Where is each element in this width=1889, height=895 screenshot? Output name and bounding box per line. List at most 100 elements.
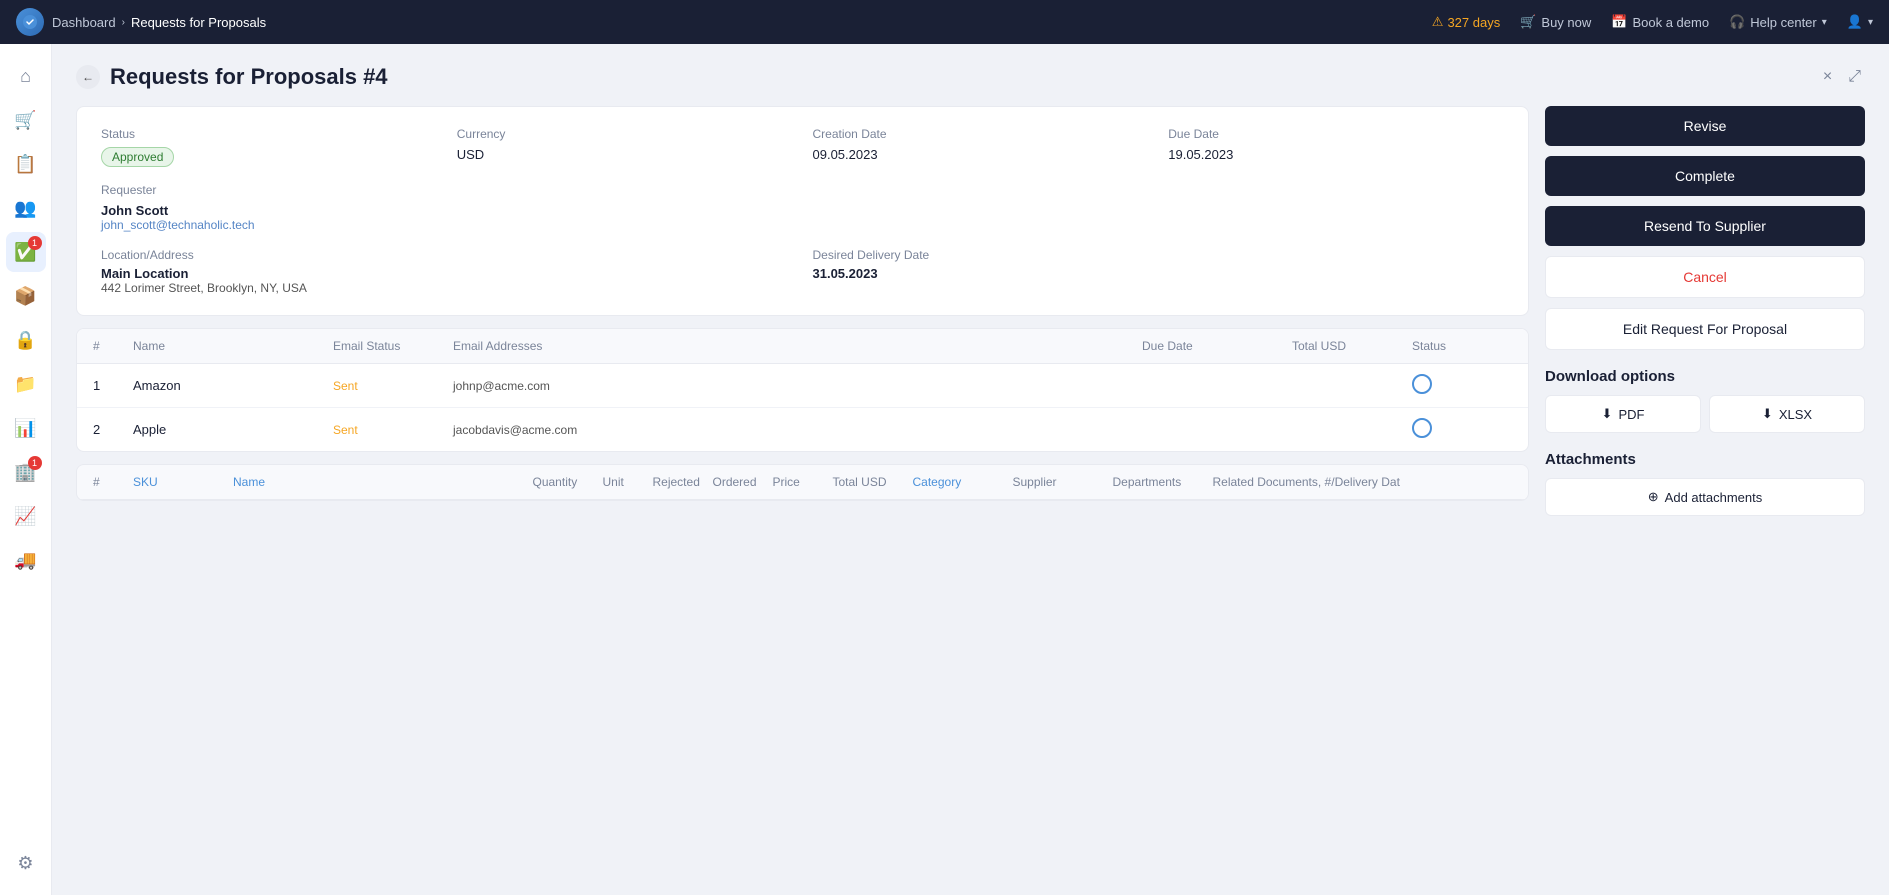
- supplier-table-header: # Name Email Status Email Addresses Due …: [77, 329, 1528, 364]
- row2-status-icon: [1412, 418, 1512, 441]
- sidebar-item-inventory[interactable]: 📦: [6, 276, 46, 316]
- edit-request-button[interactable]: Edit Request For Proposal: [1545, 308, 1865, 350]
- add-attachments-label: Add attachments: [1665, 490, 1763, 505]
- revise-button[interactable]: Revise: [1545, 106, 1865, 146]
- back-icon: ←: [82, 70, 94, 84]
- resend-to-supplier-button[interactable]: Resend To Supplier: [1545, 206, 1865, 246]
- help-center-btn[interactable]: 🎧 Help center ▾: [1729, 14, 1827, 30]
- buy-now-label: Buy now: [1541, 15, 1591, 30]
- logistics-icon: 🚚: [14, 550, 36, 571]
- buy-now-btn[interactable]: 🛒 Buy now: [1520, 14, 1591, 30]
- help-center-label: Help center: [1750, 15, 1816, 30]
- col-email-status: Email Status: [333, 339, 453, 353]
- supplier-row-2[interactable]: 2 Apple Sent jacobdavis@acme.com: [77, 408, 1528, 451]
- location-label: Location/Address: [101, 248, 793, 262]
- row1-status-icon: [1412, 374, 1512, 397]
- items-table-card: # SKU Name Quantity Unit Rejected Ordere…: [76, 464, 1529, 501]
- row1-name: Amazon: [133, 378, 333, 393]
- info-card: Status Approved Currency USD Creation Da…: [76, 106, 1529, 316]
- sidebar-item-approvals[interactable]: ✅ 1: [6, 232, 46, 272]
- home-icon: ⌂: [20, 66, 31, 87]
- requester-email: john_scott@technaholic.tech: [101, 218, 1504, 232]
- analytics-icon: 📈: [14, 506, 36, 527]
- pdf-label: PDF: [1618, 407, 1644, 422]
- requester-grid: Location/Address Main Location 442 Lorim…: [101, 248, 1504, 295]
- currency-label: Currency: [457, 127, 793, 141]
- items-col-category: Category: [913, 475, 1013, 489]
- location-address: 442 Lorimer Street, Brooklyn, NY, USA: [101, 281, 793, 295]
- sidebar-item-settings[interactable]: ⚙: [6, 843, 46, 883]
- delivery-date-label: Desired Delivery Date: [813, 248, 1505, 262]
- pdf-icon: ⬇: [1602, 406, 1613, 422]
- status-badge: Approved: [101, 147, 174, 167]
- topnav-right: ⚠ 327 days 🛒 Buy now 📅 Book a demo 🎧 Hel…: [1432, 14, 1873, 30]
- delivery-date-value: 31.05.2023: [813, 266, 1505, 281]
- cart-icon: 🛒: [1520, 14, 1536, 30]
- row2-status-circle: [1412, 418, 1432, 438]
- book-demo-label: Book a demo: [1632, 15, 1709, 30]
- supplier-row-1[interactable]: 1 Amazon Sent johnp@acme.com: [77, 364, 1528, 408]
- user-menu-btn[interactable]: 👤 ▾: [1847, 14, 1873, 30]
- breadcrumb-dashboard[interactable]: Dashboard: [52, 15, 116, 30]
- alert-icon: ⚠: [1432, 14, 1444, 30]
- currency-value: USD: [457, 147, 793, 162]
- user-chevron: ▾: [1868, 17, 1873, 28]
- requester-section: Requester John Scott john_scott@technaho…: [101, 183, 1504, 232]
- sidebar-item-logistics[interactable]: 🚚: [6, 540, 46, 580]
- items-col-supplier: Supplier: [1013, 475, 1113, 489]
- sidebar-item-departments[interactable]: 🏢 1: [6, 452, 46, 492]
- creation-date-value: 09.05.2023: [813, 147, 1149, 162]
- cancel-button[interactable]: Cancel: [1545, 256, 1865, 298]
- requester-name: John Scott: [101, 203, 1504, 218]
- pdf-download-button[interactable]: ⬇ PDF: [1545, 395, 1701, 433]
- add-attachments-button[interactable]: ⊕ Add attachments: [1545, 478, 1865, 516]
- close-button[interactable]: ×: [1819, 64, 1836, 90]
- main-content: ← Requests for Proposals #4 × ⤢ Status A…: [52, 44, 1889, 895]
- right-panel: Revise Complete Resend To Supplier Cance…: [1545, 106, 1865, 875]
- alert-days: 327 days: [1447, 15, 1500, 30]
- xlsx-icon: ⬇: [1762, 406, 1773, 422]
- calendar-icon: 📅: [1611, 14, 1627, 30]
- help-icon: 🎧: [1729, 14, 1745, 30]
- sidebar-item-catalog[interactable]: 📁: [6, 364, 46, 404]
- items-col-name: Name: [233, 475, 533, 489]
- location-name: Main Location: [101, 266, 793, 281]
- trial-alert[interactable]: ⚠ 327 days: [1432, 14, 1500, 30]
- departments-badge: 1: [28, 456, 42, 470]
- sidebar-item-requests[interactable]: 📋: [6, 144, 46, 184]
- items-col-quantity: Quantity: [533, 475, 603, 489]
- items-col-price: Price: [773, 475, 833, 489]
- top-navigation: Dashboard › Requests for Proposals ⚠ 327…: [0, 0, 1889, 44]
- items-col-ordered: Ordered: [713, 475, 773, 489]
- inventory-icon: 📦: [14, 286, 36, 307]
- row2-name: Apple: [133, 422, 333, 437]
- attachments-title: Attachments: [1545, 451, 1865, 468]
- reports-icon: 📊: [14, 418, 36, 439]
- breadcrumb-current: Requests for Proposals: [131, 15, 266, 30]
- supplier-table-card: # Name Email Status Email Addresses Due …: [76, 328, 1529, 452]
- contracts-icon: 🔒: [14, 330, 36, 351]
- breadcrumb: Dashboard › Requests for Proposals: [52, 15, 266, 30]
- sidebar-item-orders[interactable]: 🛒: [6, 100, 46, 140]
- sidebar-item-contracts[interactable]: 🔒: [6, 320, 46, 360]
- sidebar-item-suppliers[interactable]: 👥: [6, 188, 46, 228]
- items-col-unit: Unit: [603, 475, 653, 489]
- expand-button[interactable]: ⤢: [1844, 64, 1865, 90]
- complete-button[interactable]: Complete: [1545, 156, 1865, 196]
- items-col-departments: Departments: [1113, 475, 1213, 489]
- breadcrumb-chevron: ›: [122, 17, 125, 28]
- book-demo-btn[interactable]: 📅 Book a demo: [1611, 14, 1709, 30]
- xlsx-download-button[interactable]: ⬇ XLSX: [1709, 395, 1865, 433]
- page-actions-right: × ⤢: [1819, 64, 1865, 90]
- items-col-rejected: Rejected: [653, 475, 713, 489]
- catalog-icon: 📁: [14, 374, 36, 395]
- left-panel: Status Approved Currency USD Creation Da…: [76, 106, 1529, 875]
- app-logo[interactable]: [16, 8, 44, 36]
- sidebar-item-home[interactable]: ⌂: [6, 56, 46, 96]
- back-button[interactable]: ←: [76, 65, 100, 89]
- sidebar-item-analytics[interactable]: 📈: [6, 496, 46, 536]
- requests-icon: 📋: [14, 154, 36, 175]
- sidebar-item-reports[interactable]: 📊: [6, 408, 46, 448]
- page-title: Requests for Proposals #4: [110, 64, 388, 90]
- approvals-badge: 1: [28, 236, 42, 250]
